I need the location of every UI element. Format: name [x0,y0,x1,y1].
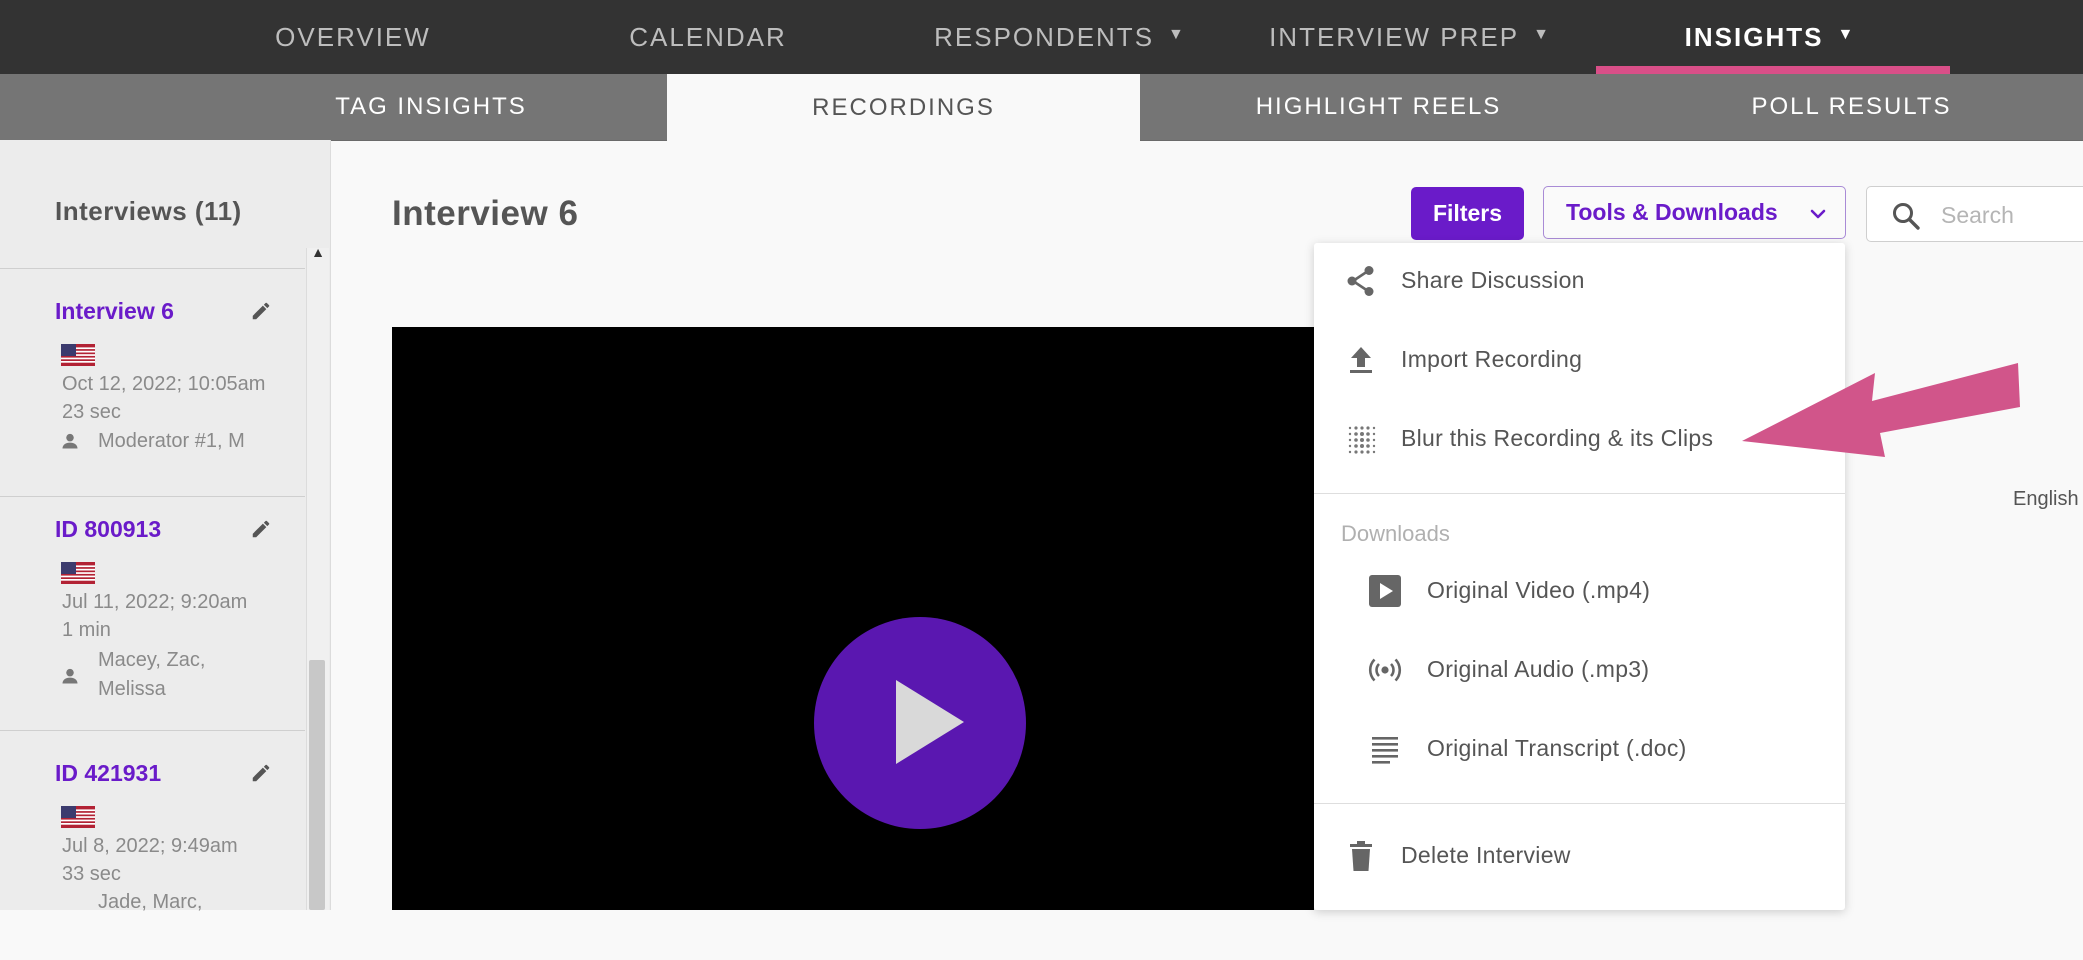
interview-participants: Melissa [98,678,166,700]
interview-name[interactable]: Interview 6 [55,298,174,325]
filters-button[interactable]: Filters [1411,187,1524,240]
blur-icon [1348,426,1376,454]
audio-broadcast-icon [1368,658,1402,682]
video-player[interactable] [392,327,1314,910]
chevron-down-icon [1810,209,1826,219]
active-nav-indicator [1596,66,1950,74]
us-flag-icon [61,562,95,584]
interview-date: Jul 11, 2022; 9:20am [62,591,248,613]
caret-down-icon: ▼ [1533,26,1551,43]
edit-pencil-icon[interactable] [250,762,272,784]
top-nav: OVERVIEW CALENDAR RESPONDENTS ▼ INTERVIE… [0,0,2083,74]
us-flag-icon [61,344,95,366]
nav-overview[interactable]: OVERVIEW [248,0,458,74]
nav-interview-prep-label: INTERVIEW PREP [1269,21,1520,52]
downloads-section-header: Downloads [1341,521,1450,546]
interview-participants: Moderator #1, M [98,430,245,452]
tools-downloads-menu: Share Discussion Import Recording Blur t… [1314,243,1845,910]
menu-item-delete-interview[interactable]: Delete Interview [1314,826,1845,886]
sidebar-title: Interviews (11) [55,196,242,226]
share-icon [1347,266,1374,296]
scrollbar-thumb[interactable] [309,660,325,910]
upload-icon [1350,347,1372,373]
interview-card[interactable]: Interview 6 Oct 12, 2022; 10:05am 23 sec… [0,298,305,497]
nav-interview-prep[interactable]: INTERVIEW PREP ▼ [1265,0,1555,74]
tab-poll-results[interactable]: POLL RESULTS [1615,74,2083,140]
menu-item-label: Original Video (.mp4) [1427,577,1651,603]
menu-item-label: Blur this Recording & its Clips [1401,425,1714,451]
play-icon [896,680,964,764]
page-title: Interview 6 [392,194,579,233]
tab-tag-insights-label: TAG INSIGHTS [335,93,527,120]
tab-recordings[interactable]: RECORDINGS [667,74,1140,141]
menu-item-download-audio[interactable]: Original Audio (.mp3) [1314,640,1845,700]
play-button[interactable] [814,617,1026,829]
nav-calendar-label: CALENDAR [629,21,787,52]
tab-recordings-label: RECORDINGS [812,93,995,121]
nav-insights-label: INSIGHTS [1684,21,1824,52]
search-box[interactable] [1866,186,2083,242]
tools-downloads-button[interactable]: Tools & Downloads [1543,186,1846,239]
caret-down-icon: ▼ [1168,26,1186,43]
interview-card[interactable]: ID 800913 Jul 11, 2022; 9:20am 1 min Mac… [0,516,305,731]
menu-item-label: Original Audio (.mp3) [1427,656,1650,682]
nav-respondents-label: RESPONDENTS [934,21,1155,52]
caret-down-icon: ▼ [1837,26,1856,43]
nav-calendar[interactable]: CALENDAR [600,0,816,74]
nav-respondents[interactable]: RESPONDENTS ▼ [930,0,1190,74]
transcript-lines-icon [1372,737,1398,764]
nav-overview-label: OVERVIEW [275,21,431,52]
menu-item-download-transcript[interactable]: Original Transcript (.doc) [1314,719,1845,779]
interview-participants: Macey, Zac, [98,649,206,671]
interview-duration: 1 min [62,619,111,641]
menu-item-share-discussion[interactable]: Share Discussion [1314,251,1845,311]
interview-duration: 23 sec [62,401,121,423]
menu-item-download-video[interactable]: Original Video (.mp4) [1314,561,1845,621]
menu-item-label: Share Discussion [1401,267,1585,293]
video-play-icon [1369,575,1401,607]
interview-participants: Jade, Marc, [98,891,203,913]
interview-name[interactable]: ID 800913 [55,516,161,543]
sub-nav: TAG INSIGHTS RECORDINGS HIGHLIGHT REELS … [0,74,2083,141]
annotation-arrow-icon [1742,363,2020,457]
interview-date: Oct 12, 2022; 10:05am [62,373,266,395]
menu-item-label: Original Transcript (.doc) [1427,735,1687,761]
menu-divider [1314,493,1845,494]
filters-button-label: Filters [1432,200,1503,226]
search-input[interactable] [1939,197,2083,233]
nav-insights[interactable]: INSIGHTS ▼ [1660,0,1880,74]
menu-item-label: Import Recording [1401,346,1583,372]
interviews-sidebar: Interviews (11) ▲ Interview 6 Oct 12, 20… [0,140,331,913]
tab-highlight-reels-label: HIGHLIGHT REELS [1255,93,1502,120]
edit-pencil-icon[interactable] [250,518,272,540]
search-icon [1893,203,1920,230]
edit-pencil-icon[interactable] [250,300,272,322]
trash-icon [1350,841,1372,871]
tools-downloads-label: Tools & Downloads [1566,199,1778,225]
interview-date: Jul 8, 2022; 9:49am [62,835,238,857]
interview-duration: 33 sec [62,863,121,885]
menu-divider [1314,803,1845,804]
divider [0,268,305,269]
us-flag-icon [61,806,95,828]
language-label: English [2013,488,2079,510]
menu-item-label: Delete Interview [1401,842,1571,868]
person-icon [62,433,78,449]
tab-poll-results-label: POLL RESULTS [1751,93,1952,120]
tab-highlight-reels[interactable]: HIGHLIGHT REELS [1142,74,1615,140]
interview-card[interactable]: ID 421931 Jul 8, 2022; 9:49am 33 sec Jad… [0,760,305,960]
scroll-up-arrow-icon[interactable]: ▲ [306,244,330,264]
interview-name[interactable]: ID 421931 [55,760,161,787]
person-icon [62,668,78,684]
tab-tag-insights[interactable]: TAG INSIGHTS [196,74,666,140]
